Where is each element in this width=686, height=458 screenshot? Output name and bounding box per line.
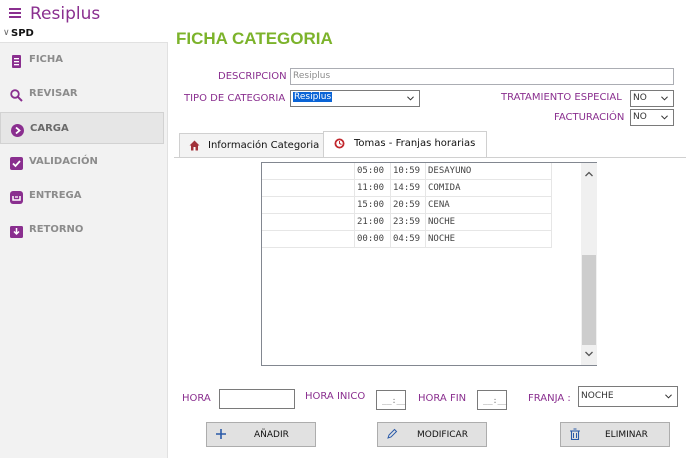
add-button[interactable]: AÑADIR [206,422,316,447]
sidebar-item-revisar[interactable]: REVISAR [0,78,164,110]
pencil-icon [387,428,398,439]
hora-fin-cell: 04:59 [391,231,426,248]
franja-value: NOCHE [581,391,614,401]
sidebar-item-carga[interactable]: CARGA [0,112,164,144]
chevron-down-icon [661,96,668,101]
tab-tomas-franjas-horarias[interactable]: Tomas - Franjas horarias [323,131,487,157]
hora-inicio-cell: 05:00 [355,163,391,180]
sidebar-item-label: ENTREGA [29,190,82,201]
collapse-chevron-icon[interactable]: ∨ [3,28,10,38]
delete-button-label: ELIMINAR [605,430,648,440]
sidebar-item-entrega[interactable]: ENTREGA [0,180,164,212]
sidebar-item-retorno[interactable]: RETORNO [0,214,164,246]
franja-name-cell: NOCHE [426,231,552,248]
tab-informacion-categoria[interactable]: Información Categoria [179,133,324,157]
list-item[interactable]: 21:00 23:59 NOCHE [262,214,552,231]
trash-icon [570,428,580,440]
sidebar-item-ficha[interactable]: FICHA [0,44,164,76]
hamburger-icon[interactable] [9,8,21,19]
app-header: Resiplus [0,0,686,27]
list-item[interactable]: 00:00 04:59 NOCHE [262,231,552,248]
inbox-icon [10,189,23,204]
facturacion-label: FACTURACIÓN [554,112,625,123]
hora-inicio-mask: __:__ [382,396,407,405]
franja-name-cell: COMIDA [426,180,552,197]
hora-fin-cell: 20:59 [391,197,426,214]
tratamiento-especial-label: TRATAMIENTO ESPECIAL [501,92,622,103]
search-icon [10,87,23,102]
sidebar-item-label: FICHA [29,54,63,65]
sidebar-item-validacion[interactable]: VALIDACIÓN [0,146,164,178]
list-item[interactable]: 11:00 14:59 COMIDA [262,180,552,197]
hora-fin-cell: 10:59 [391,163,426,180]
hora-inicio-cell: 11:00 [355,180,391,197]
scrollbar-thumb[interactable] [582,255,596,345]
modify-button[interactable]: MODIFICAR [377,422,487,447]
facturacion-value: NO [633,112,647,122]
list-scrollbar[interactable] [581,163,597,365]
chevron-down-icon [407,96,414,101]
hora-inicio-label: HORA INICO [305,391,366,402]
list-item[interactable]: 05:00 10:59 DESAYUNO [262,163,552,180]
hora-inicio-cell: 00:00 [355,231,391,248]
scroll-up-icon[interactable] [585,170,593,178]
tipo-categoria-label: TIPO DE CATEGORIA [184,93,286,104]
add-button-label: AÑADIR [254,430,289,440]
facturacion-select[interactable]: NO [630,109,674,126]
sidebar-item-label: CARGA [30,123,69,134]
franja-name-cell: CENA [426,197,552,214]
chevron-down-icon [665,394,672,399]
return-icon [10,223,23,238]
hora-fin-label: HORA FIN [418,393,467,404]
hora-inicio-cell: 21:00 [355,214,391,231]
arrow-right-circle-icon [11,122,24,137]
check-box-icon [10,155,23,170]
franja-label: FRANJA : [528,393,571,404]
tratamiento-especial-value: NO [633,93,647,103]
plus-icon [216,429,226,439]
page-title: FICHA CATEGORIA [176,29,333,48]
hora-field[interactable] [219,389,295,409]
sidebar-group-label: SPD [11,28,34,39]
hora-label: HORA [182,393,211,404]
hora-fin-field[interactable]: __:__ [477,390,507,410]
hora-inicio-cell: 15:00 [355,197,391,214]
hora-fin-cell: 23:59 [391,214,426,231]
sidebar: ∨ SPD FICHA REVISAR CARGA VALIDACIÓN ENT… [0,27,168,458]
franja-name-cell: DESAYUNO [426,163,552,180]
chevron-down-icon [661,115,668,120]
tab-divider [174,157,686,158]
modify-button-label: MODIFICAR [417,430,468,440]
document-icon [10,53,23,68]
franja-select[interactable]: NOCHE [578,386,678,407]
franjas-horarias-list[interactable]: 05:00 10:59 DESAYUNO 11:00 14:59 COMIDA … [261,162,597,366]
tratamiento-especial-select[interactable]: NO [630,90,674,107]
delete-button[interactable]: ELIMINAR [560,422,670,447]
list-item[interactable]: 15:00 20:59 CENA [262,197,552,214]
descripcion-field[interactable]: Resiplus [290,68,674,85]
sidebar-group-spd[interactable]: ∨ SPD [0,27,168,43]
tab-label: Información Categoria [208,140,320,151]
scroll-down-icon[interactable] [585,350,593,358]
tab-label: Tomas - Franjas horarias [354,138,476,149]
sidebar-item-label: RETORNO [29,224,84,235]
descripcion-label: DESCRIPCION [218,71,287,82]
tipo-categoria-select[interactable]: Resiplus [290,90,420,107]
hora-fin-mask: __:__ [483,396,508,405]
sidebar-item-label: VALIDACIÓN [29,156,98,167]
home-icon [189,140,200,151]
hora-fin-cell: 14:59 [391,180,426,197]
clock-icon [334,138,345,149]
tipo-categoria-value: Resiplus [293,92,333,102]
franja-name-cell: NOCHE [426,214,552,231]
app-title: Resiplus [30,4,101,24]
sidebar-item-label: REVISAR [29,88,78,99]
hora-inicio-field[interactable]: __:__ [376,390,406,410]
